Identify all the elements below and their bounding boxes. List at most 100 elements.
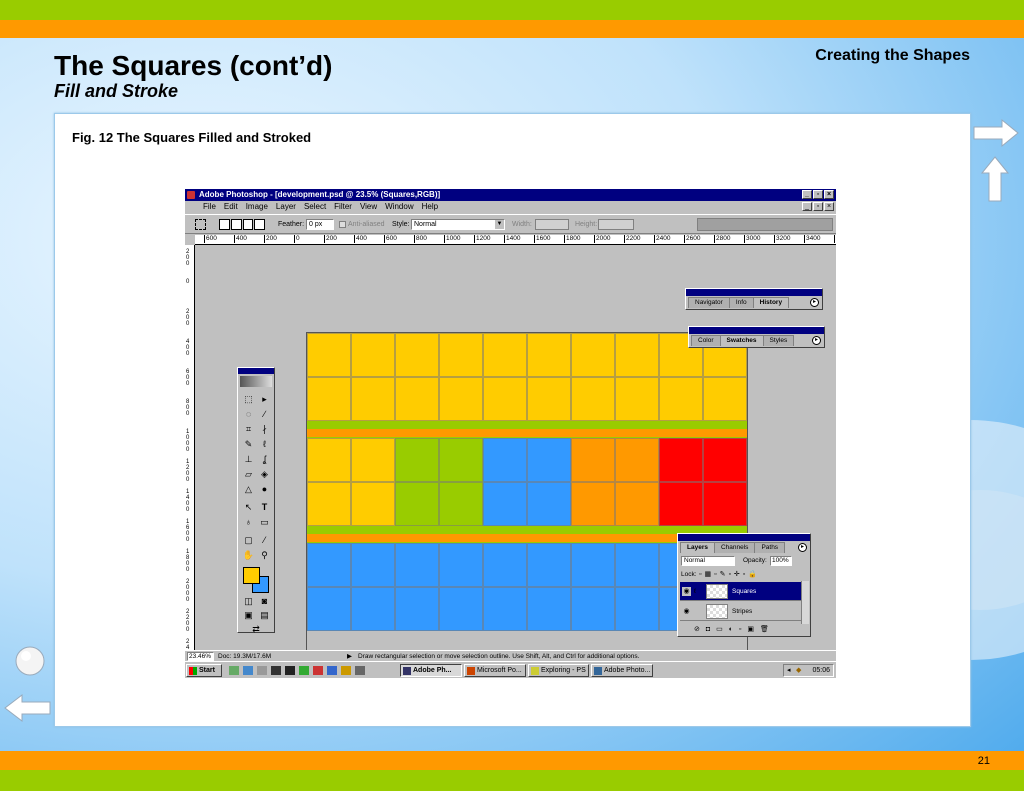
menu-layer[interactable]: Layer bbox=[276, 201, 296, 213]
circle-button-icon[interactable] bbox=[14, 645, 46, 677]
menu-help[interactable]: Help bbox=[422, 201, 438, 213]
quicklaunch-icon[interactable] bbox=[341, 666, 351, 675]
healing-icon[interactable]: ✎ bbox=[241, 437, 256, 451]
lasso-icon[interactable]: ◌ bbox=[241, 407, 256, 421]
menu-select[interactable]: Select bbox=[304, 201, 326, 213]
move-icon[interactable]: ▸ bbox=[257, 392, 272, 406]
opacity-label: Opacity: bbox=[743, 557, 767, 564]
chevron-down-icon[interactable]: ▼ bbox=[495, 220, 504, 229]
task-button-exploring[interactable]: Exploring - PS bbox=[528, 664, 589, 677]
task-button-adobe-ph[interactable]: Adobe Ph... bbox=[400, 664, 462, 677]
quicklaunch-icon[interactable] bbox=[313, 666, 323, 675]
task-button-adobe-photo[interactable]: Adobe Photo... bbox=[591, 664, 653, 677]
arrow-right-icon[interactable] bbox=[972, 118, 1020, 148]
history-brush-icon[interactable]: ʆ bbox=[257, 452, 272, 466]
task-button-powerpoint[interactable]: Microsoft Po... bbox=[464, 664, 526, 677]
tray-app-icon[interactable]: ◆ bbox=[796, 665, 801, 676]
swatches-menu-icon[interactable]: ▸ bbox=[812, 336, 821, 345]
magic-wand-icon[interactable]: ∕ bbox=[257, 407, 272, 421]
full-screen-icon[interactable]: ▤ bbox=[257, 608, 272, 622]
paint-bucket-icon[interactable]: ◈ bbox=[257, 467, 272, 481]
quicklaunch-icon[interactable] bbox=[271, 666, 281, 675]
tab-swatches[interactable]: Swatches bbox=[719, 335, 764, 346]
blend-mode-select[interactable]: Normal bbox=[681, 556, 735, 566]
menu-view[interactable]: View bbox=[360, 201, 377, 213]
tab-paths[interactable]: Paths bbox=[754, 542, 786, 553]
screen-mode-icon[interactable]: ▣ bbox=[241, 608, 256, 622]
mask-mode-icon[interactable]: ◙ bbox=[257, 594, 272, 608]
quicklaunch-icon[interactable] bbox=[327, 666, 337, 675]
layer-row-stripes[interactable]: ◉ Stripes bbox=[680, 602, 804, 621]
quicklaunch-icon[interactable] bbox=[285, 666, 295, 675]
arrow-up-icon[interactable] bbox=[980, 155, 1010, 203]
blur-icon[interactable]: △ bbox=[241, 482, 256, 496]
tab-channels[interactable]: Channels bbox=[713, 542, 756, 553]
tab-layers[interactable]: Layers bbox=[680, 542, 715, 553]
crop-icon[interactable]: ⌗ bbox=[241, 422, 256, 436]
minimize-button[interactable]: _ bbox=[802, 190, 812, 199]
style-select[interactable]: Normal ▼ bbox=[411, 219, 505, 230]
quicklaunch-icon[interactable] bbox=[229, 666, 239, 675]
maximize-button[interactable]: ▫ bbox=[813, 190, 823, 199]
eye-icon[interactable]: ◉ bbox=[682, 607, 691, 616]
doc-restore-button[interactable]: ▫ bbox=[813, 202, 823, 211]
palette-well[interactable] bbox=[697, 218, 833, 231]
menu-window[interactable]: Window bbox=[385, 201, 413, 213]
eyedropper-icon[interactable]: ⁄ bbox=[257, 533, 272, 547]
menu-edit[interactable]: Edit bbox=[224, 201, 238, 213]
tab-color[interactable]: Color bbox=[691, 335, 721, 346]
doc-close-button[interactable]: × bbox=[824, 202, 834, 211]
antialiased-checkbox[interactable] bbox=[339, 221, 346, 228]
selection-mode-buttons[interactable] bbox=[219, 219, 265, 230]
marquee-tool-icon[interactable] bbox=[195, 219, 206, 230]
tab-styles[interactable]: Styles bbox=[762, 335, 795, 346]
layer-action-buttons[interactable]: ⊘◘▭◐▫▣🗑 bbox=[694, 625, 775, 633]
menu-filter[interactable]: Filter bbox=[334, 201, 352, 213]
quicklaunch-icon[interactable] bbox=[355, 666, 365, 675]
layers-scrollbar[interactable] bbox=[801, 581, 809, 624]
arrow-left-icon[interactable] bbox=[2, 692, 52, 724]
opacity-input[interactable]: 100% bbox=[770, 556, 792, 566]
quick-mask-icon[interactable]: ◫ bbox=[241, 594, 256, 608]
height-label: Height: bbox=[575, 221, 598, 228]
speaker-icon[interactable]: ◂ bbox=[787, 665, 791, 676]
tab-history[interactable]: History bbox=[752, 297, 790, 308]
menu-file[interactable]: File bbox=[203, 201, 216, 213]
rectangle-icon[interactable]: ▭ bbox=[257, 515, 272, 529]
feather-input[interactable]: 0 px bbox=[306, 219, 334, 230]
stamp-icon[interactable]: ⊥ bbox=[241, 452, 256, 466]
jump-to-imageready-icon[interactable]: ⇄ bbox=[241, 622, 271, 636]
canvas-square bbox=[615, 438, 659, 482]
menu-image[interactable]: Image bbox=[246, 201, 268, 213]
lock-icons[interactable]: ▫▦▫✎▫✛▫🔒 bbox=[699, 570, 760, 578]
width-label: Width: bbox=[512, 221, 532, 228]
path-selection-icon[interactable]: ↖ bbox=[241, 500, 256, 514]
zoom-icon[interactable]: ⚲ bbox=[257, 548, 272, 562]
zoom-field[interactable]: 23.46% bbox=[187, 652, 214, 661]
quicklaunch-icon[interactable] bbox=[257, 666, 267, 675]
brush-icon[interactable]: ℓ bbox=[257, 437, 272, 451]
height-input[interactable] bbox=[598, 219, 634, 230]
doc-minimize-button[interactable]: _ bbox=[802, 202, 812, 211]
hand-icon[interactable]: ✋ bbox=[241, 548, 256, 562]
width-input[interactable] bbox=[535, 219, 569, 230]
slice-icon[interactable]: ∤ bbox=[257, 422, 272, 436]
palette-menu-icon[interactable]: ▸ bbox=[810, 298, 819, 307]
layer-row-squares[interactable]: ◉ ℓ Squares bbox=[680, 582, 804, 601]
quicklaunch-icon[interactable] bbox=[299, 666, 309, 675]
foreground-color-swatch[interactable] bbox=[243, 567, 260, 584]
dodge-icon[interactable]: ● bbox=[257, 482, 272, 496]
tab-info[interactable]: Info bbox=[728, 297, 754, 308]
eraser-icon[interactable]: ▱ bbox=[241, 467, 256, 481]
notes-icon[interactable]: ▢ bbox=[241, 533, 256, 547]
marquee-icon[interactable]: ⬚ bbox=[241, 392, 256, 406]
pen-icon[interactable]: ♁ bbox=[241, 515, 256, 529]
layers-palette-titlebar bbox=[678, 534, 810, 541]
layers-menu-icon[interactable]: ▸ bbox=[798, 543, 807, 552]
quicklaunch-icon[interactable] bbox=[243, 666, 253, 675]
close-button[interactable]: × bbox=[824, 190, 834, 199]
start-button[interactable]: Start bbox=[186, 664, 222, 677]
type-icon[interactable]: T bbox=[257, 500, 272, 514]
eye-icon[interactable]: ◉ bbox=[682, 587, 691, 596]
tab-navigator[interactable]: Navigator bbox=[688, 297, 730, 308]
